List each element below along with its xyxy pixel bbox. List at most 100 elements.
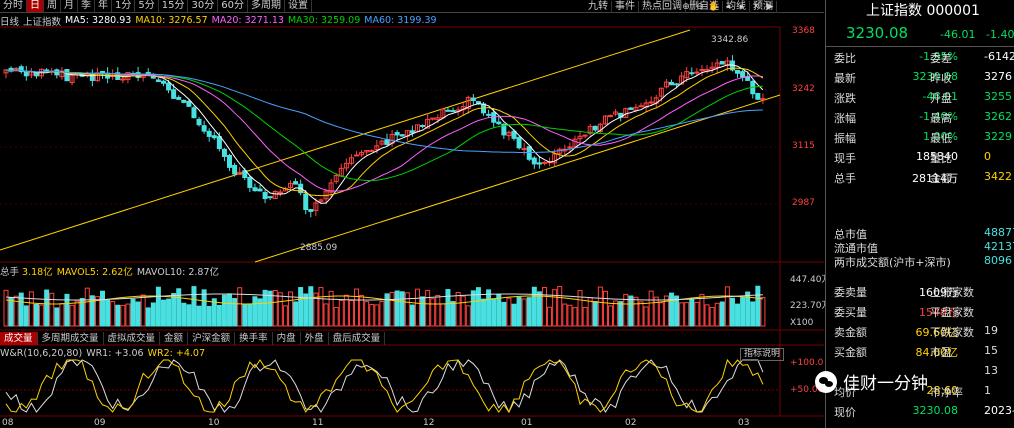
x-tick: 08 [2,418,14,428]
volume-bar [597,286,603,327]
candle-body [496,121,502,125]
volume-bar [196,305,202,327]
kline-chart[interactable] [0,0,824,428]
volume-bar [420,296,426,327]
quote-label2: 最低 [930,132,952,145]
volume-bar [536,291,542,327]
volume-bar [140,294,146,327]
volume-bar [445,289,451,327]
volume-bar [613,300,619,327]
candle-body [470,97,476,102]
candle-body [181,99,187,103]
volume-bar [425,289,431,327]
quote-label: 委卖量 [834,286,867,299]
tab-after-hours[interactable]: 盘后成交量 [329,331,386,345]
volume-bar [135,301,141,327]
tab-multi-volume[interactable]: 多周期成交量 [38,331,104,345]
candle-body [409,130,415,134]
quote-value2: 3255 [984,90,1012,103]
price-tick: 2987 [792,198,815,208]
quote-label: 涨幅 [834,112,856,125]
quote-panel: 上证指数 000001 3230.08 -46.01 -1.40 委比 -1.95… [825,0,1014,428]
volume-bar [84,287,90,327]
volume-bar [145,307,151,327]
candle-body [216,136,222,150]
x-tick: 03 [738,418,750,428]
quote-row: 委比 -1.95% 委差 -6142 [834,50,1014,68]
volume-bar [699,293,705,327]
wr-name: W&R(10,6,20,80) [0,348,83,359]
candle-body [689,72,695,75]
x-tick: 02 [625,418,637,428]
tab-inner[interactable]: 内盘 [273,331,301,345]
volume-bar [531,286,537,327]
volume-bar [689,299,695,327]
candle-body [155,79,161,82]
quote-value2: 19 [984,324,998,337]
volume-bar [435,295,441,327]
quote-row: 委卖量 1609万 上涨家数 [834,284,1014,302]
candle-body [23,71,29,77]
volume-bar [470,290,476,327]
volume-bar [155,286,161,327]
volume-bar [608,305,614,327]
candle-body [267,196,273,199]
candle-body [608,115,614,118]
candle-body [252,187,258,192]
quote-value2: 3229 [984,130,1012,143]
volume-bar [729,297,735,327]
tab-hs-amount[interactable]: 沪深金额 [188,331,236,345]
volume-bar [237,287,243,327]
volume-bar [486,289,492,327]
quote-label: 买金额 [834,346,867,359]
volume-bar [298,287,304,327]
volume-bar [181,302,187,327]
volume-bar [338,299,344,327]
candle-body [303,193,309,211]
tab-virtual-volume[interactable]: 虚拟成交量 [104,331,161,345]
volume-bar [227,293,233,327]
volume-bar [166,298,172,327]
quote-label: 卖金额 [834,326,867,339]
candle-body [171,89,177,99]
tab-turnover[interactable]: 换手率 [235,331,273,345]
volume-bar [404,292,410,327]
quote-label2: 平盘家数 [930,306,974,319]
volume-bar [653,296,659,327]
quote-label2: 市净率 [930,386,963,399]
tab-volume[interactable]: 成交量 [0,331,38,345]
indicator-help-button[interactable]: 指标说明 [740,348,785,361]
volume-bar [663,295,669,327]
volume-bar [541,287,547,327]
volume-bar [582,306,588,327]
quote-value2: 1 [984,384,991,397]
wr1-line [5,359,764,414]
volume-bar [191,286,197,327]
quote-label: 两市成交额(沪市+深市) [834,256,951,269]
tab-amount[interactable]: 金额 [160,331,189,345]
volume-bar [740,297,746,327]
volume-bar [521,298,527,327]
quote-label: 最新 [834,72,856,85]
volume-bar [211,298,217,327]
volume-bar [74,300,80,327]
volume-bar [491,298,497,327]
wr-tick: +100.0 [790,358,824,368]
volume-bar [577,290,583,327]
wr-legend: W&R(10,6,20,80) WR1: +3.06 WR2: +4.07 [0,347,205,360]
tab-outer[interactable]: 外盘 [301,331,329,345]
volume-bar [547,306,553,327]
candle-body [719,61,725,65]
volume-bar [379,300,385,327]
quote-value: 3230.08 [912,404,959,417]
volume-bar [186,304,192,327]
candle-body [674,83,680,86]
x-tick: 09 [94,418,106,428]
low-annotation: 2885.09 [300,243,338,253]
price-tick: 3368 [792,26,815,36]
volume-bar [354,288,360,327]
candle-body [536,162,542,165]
volume-total-label: 总手 3.18亿 [0,266,53,278]
volume-bar [206,305,212,327]
candle-body [592,125,598,131]
